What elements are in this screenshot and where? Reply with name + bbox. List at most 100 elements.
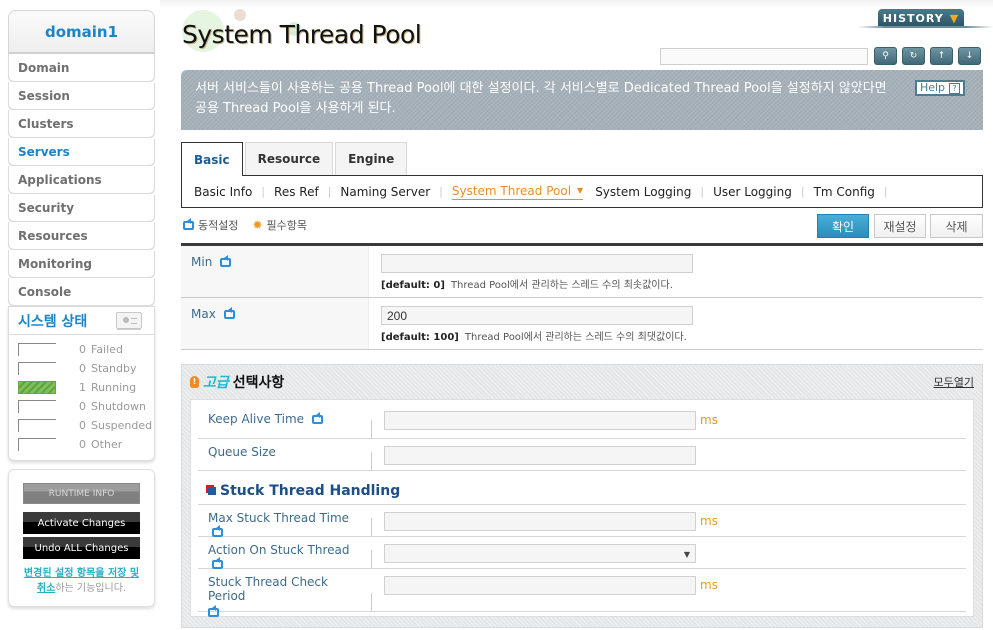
status-label: Other (91, 438, 123, 451)
status-row-suspended: 0 Suspended (18, 416, 154, 435)
sidebar-item-session[interactable]: Session (8, 82, 155, 110)
status-row-other: 0 Other (18, 435, 154, 454)
sub-navigation: Basic Info | Res Ref | Naming Server | S… (181, 175, 983, 208)
top-shadow (160, 0, 993, 8)
dynamic-setting-icon (183, 220, 194, 230)
field-label: Stuck Thread Check Period (198, 569, 372, 617)
monitor-icon[interactable] (116, 312, 142, 329)
status-bar-filled (18, 381, 56, 394)
sidebar-item-applications[interactable]: Applications (8, 166, 155, 194)
min-input[interactable] (381, 254, 693, 273)
tab-basic[interactable]: Basic (181, 142, 243, 176)
domain-header[interactable]: domain1 (8, 10, 155, 54)
legend: 동적설정 ✹ 필수항목 (183, 217, 307, 233)
separator: | (327, 185, 332, 198)
tab-resource[interactable]: Resource (244, 142, 334, 175)
field-label: Max Stuck Thread Time (198, 505, 372, 537)
sidebar-item-resources[interactable]: Resources (8, 222, 155, 250)
delete-button[interactable]: 삭제 (930, 214, 983, 238)
status-count: 0 (79, 343, 86, 356)
field-value: [default: 0] Thread Pool에서 관리하는 스레드 수의 최솟… (369, 246, 983, 297)
sidebar-item-servers[interactable]: Servers (8, 138, 155, 166)
unit-label: ms (700, 578, 718, 592)
tab-engine[interactable]: Engine (335, 142, 408, 175)
sidebar-item-console[interactable]: Console (8, 278, 155, 306)
undo-all-changes-button[interactable]: Undo ALL Changes (23, 537, 140, 559)
field-description: Thread Pool에서 관리하는 스레드 수의 최댓값이다. (464, 332, 687, 343)
reset-button[interactable]: 재설정 (874, 214, 926, 238)
max-label: Max (191, 307, 216, 321)
keep-alive-time-input[interactable] (384, 411, 696, 430)
subnav-system-logging[interactable]: System Logging (595, 185, 691, 199)
advanced-header: ! 고급 선택사항 모두열기 (182, 365, 982, 399)
subnav-tm-config[interactable]: Tm Config (814, 185, 875, 199)
stuck-thread-section-title: Stuck Thread Handling (220, 483, 401, 499)
sidebar-item-security[interactable]: Security (8, 194, 155, 222)
queue-size-input[interactable] (384, 446, 696, 465)
field-label: Max (181, 298, 369, 349)
search-button[interactable]: ⚲ (874, 47, 897, 65)
required-icon: ✹ (252, 218, 263, 232)
dynamic-setting-icon (223, 310, 235, 319)
subnav-user-logging[interactable]: User Logging (713, 185, 792, 199)
description-box: 서버 서비스들이 사용하는 공용 Thread Pool에 대한 설정이다. 각… (181, 70, 983, 130)
confirm-button[interactable]: 확인 (817, 214, 869, 238)
field-row-max: Max [default: 100] Thread Pool에서 관리하는 스레드… (181, 298, 983, 350)
status-label: Shutdown (91, 400, 146, 413)
subnav-basic-info[interactable]: Basic Info (194, 185, 252, 199)
activate-changes-button[interactable]: Activate Changes (23, 512, 140, 534)
domain-name[interactable]: domain1 (45, 23, 118, 41)
refresh-button[interactable]: ↻ (902, 47, 925, 65)
status-row-standby: 0 Standby (18, 359, 154, 378)
separator: | (439, 185, 443, 198)
xml-upload-button[interactable]: ↑ (930, 47, 953, 65)
field-label: Action On Stuck Thread (198, 537, 372, 569)
dropdown-arrow-icon: ▼ (683, 550, 690, 559)
advanced-title-highlight: 고급 (203, 375, 229, 391)
sidebar-item-monitoring[interactable]: Monitoring (8, 250, 155, 278)
action-on-stuck-thread-select[interactable]: ▼ (384, 544, 696, 563)
status-count: 0 (79, 362, 86, 375)
history-button[interactable]: HISTORY ▼ (878, 9, 964, 27)
field-description: Thread Pool에서 관리하는 스레드 수의 최솟값이다. (450, 280, 673, 291)
status-row-running: 1 Running (18, 378, 154, 397)
page-title: System Thread Pool (182, 20, 422, 49)
status-bar (18, 400, 56, 413)
caret-down-icon: ▼ (577, 186, 584, 195)
chevron-down-icon: ▼ (949, 11, 960, 25)
help-button[interactable]: Help ? (915, 80, 965, 96)
max-input[interactable] (381, 306, 693, 325)
queue-size-label: Queue Size (208, 445, 276, 459)
subnav-res-ref[interactable]: Res Ref (274, 185, 319, 199)
field-label: Queue Size (198, 439, 372, 470)
pin-icon: ! (190, 376, 199, 388)
subnav-label: System Thread Pool (451, 183, 572, 198)
field-label: Min (181, 246, 369, 297)
subnav-naming-server[interactable]: Naming Server (340, 185, 430, 199)
stuck-thread-check-period-label: Stuck Thread Check Period (208, 575, 328, 603)
action-on-stuck-thread-label: Action On Stuck Thread (208, 543, 350, 557)
dynamic-setting-icon (212, 560, 223, 569)
search-icon: ⚲ (882, 51, 889, 61)
open-all-link[interactable]: 모두열기 (934, 374, 974, 390)
status-label: Failed (91, 343, 123, 356)
status-label: Standby (91, 362, 137, 375)
max-stuck-thread-time-input[interactable] (384, 512, 696, 531)
sidebar-item-clusters[interactable]: Clusters (8, 110, 155, 138)
advanced-options-panel: ! 고급 선택사항 모두열기 Keep Alive Time ms Queue … (181, 364, 983, 628)
separator: | (800, 185, 805, 198)
field-row-stuck-thread-check-period: Stuck Thread Check Period ms (198, 569, 966, 617)
change-note-text: 하는 기능입니다. (55, 583, 127, 594)
xml-download-button[interactable]: ↓ (958, 47, 981, 65)
system-status-panel: 시스템 상태 0 Failed 0 Standby 1 Running 0 Sh… (8, 306, 155, 461)
subnav-system-thread-pool[interactable]: System Thread Pool ▼ (451, 183, 584, 200)
stuck-thread-check-period-input[interactable] (384, 576, 696, 595)
field-value: ms (372, 569, 966, 611)
search-input[interactable] (660, 48, 868, 65)
runtime-info-button[interactable]: RUNTIME INFO (23, 483, 140, 504)
status-bar (18, 362, 56, 375)
status-bar (18, 419, 56, 432)
sidebar-item-domain[interactable]: Domain (8, 54, 155, 82)
dynamic-setting-icon (220, 258, 232, 267)
status-count: 0 (79, 400, 86, 413)
